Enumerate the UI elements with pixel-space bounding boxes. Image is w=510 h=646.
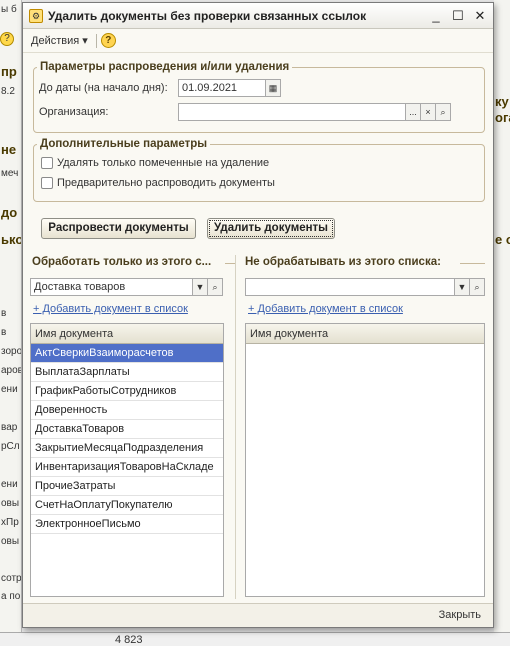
params-legend: Параметры распроведения и/или удаления [40,61,290,73]
right-documents-table: Имя документа [245,323,485,597]
window-title: Удалить документы без проверки связанных… [48,8,367,23]
bg-fragment: овы [1,498,20,509]
bg-fragment: ени [1,479,18,490]
left-document-select[interactable]: Доставка товаров [30,278,193,296]
org-input[interactable] [178,103,406,121]
table-row[interactable]: ЗакрытиеМесяцаПодразделения [31,439,223,458]
bg-fragment: сотр [1,573,22,584]
background-app-right: ку ога е о [494,0,510,646]
search-icon[interactable]: ⌕ [470,278,485,296]
checkbox-marked-label: Удалять только помеченные на удаление [57,157,270,169]
date-input[interactable]: 01.09.2021 [178,79,266,97]
select-dots-button[interactable]: ... [406,103,421,121]
chevron-down-icon: ▾ [82,35,88,47]
table-row[interactable]: СчетНаОплатуПокупателю [31,496,223,515]
bg-fragment: хПр [1,517,19,528]
left-documents-table: Имя документа АктСверкиВзаиморасчетов Вы… [30,323,224,597]
bg-fragment: 8.2 [1,86,15,97]
left-add-document-link[interactable]: + Добавить документ в список [33,303,188,315]
bg-fragment: а по [1,591,21,602]
bg-fragment: до [1,205,18,220]
toolbar: Действия ▾ ? [23,29,493,53]
left-panel-divider [225,263,235,264]
extra-params-group: Дополнительные параметры [33,138,485,202]
table-row[interactable]: ДоставкаТоваров [31,420,223,439]
bg-fragment: не [1,142,17,157]
checkbox-marked[interactable] [41,157,53,169]
right-panel-divider [460,263,485,264]
table-row[interactable]: ВыплатаЗарплаты [31,363,223,382]
bg-fragment: ько [1,232,22,247]
right-table-header[interactable]: Имя документа [246,324,484,344]
dialog-footer: Закрыть [23,603,493,627]
bg-fragment: в [1,308,7,319]
checkbox-repost-label: Предварительно распроводить документы [57,177,275,189]
bg-fragment: пр [1,64,17,79]
panel-splitter[interactable] [235,255,236,599]
table-row[interactable]: АктСверкиВзаиморасчетов [31,344,223,363]
background-app-left: ы б ? пр 8.2 не меч до ько в в зоров аро… [0,0,22,646]
close-window-button[interactable]: ✕ [471,8,489,24]
minimize-button[interactable]: _ [427,8,445,23]
extra-params-legend: Дополнительные параметры [40,138,208,150]
maximize-button[interactable]: ☐ [449,8,467,24]
help-icon[interactable]: ? [100,33,116,48]
right-select-row: ▼ ⌕ [245,278,485,296]
calendar-icon[interactable]: ▦ [266,79,281,97]
table-row[interactable]: Доверенность [31,401,223,420]
org-row: Организация: ... × ⌕ [39,103,451,121]
bg-fragment: вар [1,422,18,433]
delete-documents-button[interactable]: Удалить документы [207,218,335,239]
chevron-down-icon[interactable]: ▼ [455,278,470,296]
bg-fragment: зоров [1,346,22,357]
bg-fragment: овы [1,536,20,547]
org-label: Организация: [39,106,109,118]
bg-fragment: ени [1,384,18,395]
table-row[interactable]: ПрочиеЗатраты [31,477,223,496]
bg-fragment: рСл [1,441,20,452]
repost-documents-button[interactable]: Распровести документы [41,218,196,239]
title-bar[interactable]: ⚙ Удалить документы без проверки связанн… [23,3,493,29]
bg-fragment: меч [1,168,19,179]
table-row[interactable]: ГрафикРаботыСотрудников [31,382,223,401]
search-icon[interactable]: ⌕ [208,278,223,296]
left-table-header[interactable]: Имя документа [31,324,223,344]
toolbar-divider [95,33,97,48]
bg-fragment: ы б [1,4,17,15]
right-panel-title: Не обрабатывать из этого списка: [245,256,441,268]
checkbox-repost[interactable] [41,177,53,189]
date-row: До даты (на начало дня): 01.09.2021 ▦ [39,79,281,97]
bg-number: 4 823 [115,634,143,646]
bg-fragment: ку [495,94,509,109]
params-group: Параметры распроведения и/или удаления [33,61,485,133]
table-row[interactable]: ИнвентаризацияТоваровНаСкладе [31,458,223,477]
right-add-document-link[interactable]: + Добавить документ в список [248,303,403,315]
chevron-down-icon[interactable]: ▼ [193,278,208,296]
actions-menu-label: Действия [31,35,80,47]
left-panel-title: Обработать только из этого с... [32,256,212,268]
bg-fragment: в [1,327,7,338]
table-row[interactable]: ЭлектронноеПисьмо [31,515,223,534]
bg-fragment: аров [1,365,22,376]
checkbox-marked-row[interactable]: Удалять только помеченные на удаление [41,157,269,169]
search-icon[interactable]: ⌕ [436,103,451,121]
left-select-row: Доставка товаров ▼ ⌕ [30,278,223,296]
checkbox-repost-row[interactable]: Предварительно распроводить документы [41,177,275,189]
right-document-select[interactable] [245,278,455,296]
close-button[interactable]: Закрыть [435,607,485,623]
bg-fragment: ога [495,110,510,125]
clear-icon[interactable]: × [421,103,436,121]
date-label: До даты (на начало дня): [39,82,168,94]
document-icon: ⚙ [29,8,43,23]
actions-menu[interactable]: Действия ▾ [27,32,92,49]
help-icon: ? [0,32,14,46]
delete-documents-dialog: ⚙ Удалить документы без проверки связанн… [22,2,494,628]
background-status-bar: 4 823 [0,632,510,646]
bg-fragment: е о [495,232,510,247]
